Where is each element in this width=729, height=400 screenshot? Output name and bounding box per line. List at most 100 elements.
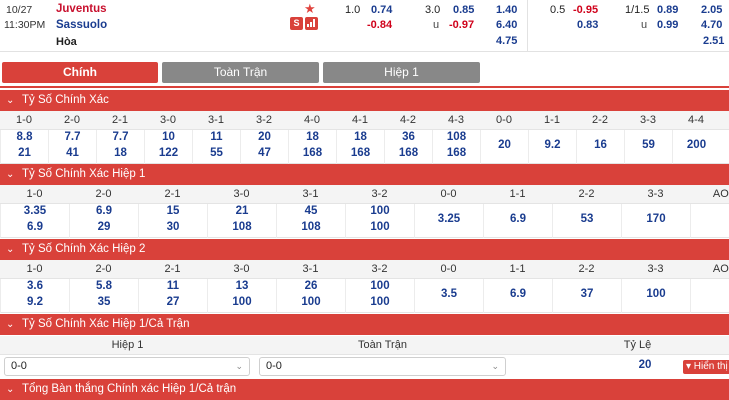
home-score-odd[interactable]: 11 — [193, 131, 240, 143]
section-correct-score-ht-ft[interactable]: ⌄ Tỷ Số Chính Xác Hiệp 1/Cả Trận — [0, 314, 729, 335]
away-score-odd[interactable]: 35 — [70, 296, 138, 308]
ou-under-odd[interactable]: -0.97 — [449, 19, 474, 31]
away-score-odd[interactable]: 122 — [145, 147, 192, 159]
bar-chart-icon[interactable] — [305, 17, 318, 30]
away-team[interactable]: Sassuolo — [56, 19, 107, 31]
draw-score-odd[interactable]: 6.9 — [484, 213, 552, 225]
home-score-odd[interactable]: 11 — [139, 280, 207, 292]
away-score-odd[interactable]: 108 — [208, 221, 276, 233]
home-score-odd[interactable]: 3.6 — [1, 280, 69, 292]
favorite-star-icon[interactable]: ★ — [304, 1, 316, 17]
away-score-odd[interactable]: 168 — [289, 147, 336, 159]
score-odds-cell: 7.7 18 — [96, 130, 144, 164]
section-exact-total-goals-ht-ft[interactable]: ⌄ Tổng Bàn thắng Chính xác Hiệp 1/Cả trậ… — [0, 379, 729, 400]
home-score-odd[interactable]: 7.7 — [49, 131, 96, 143]
home-team[interactable]: Juventus — [56, 3, 107, 15]
x12-draw-odd[interactable]: 4.75 — [496, 35, 517, 47]
section-correct-score-h2[interactable]: ⌄ Tỷ Số Chính Xác Hiệp 2 — [0, 239, 729, 260]
ht-ft-odd[interactable]: 20 — [620, 359, 670, 371]
home-score-odd[interactable]: 20 — [241, 131, 288, 143]
away-score-odd[interactable]: 168 — [385, 147, 432, 159]
away-score-odd[interactable]: 100 — [346, 221, 414, 233]
away-score-odd[interactable]: 30 — [139, 221, 207, 233]
tab-main[interactable]: Chính — [2, 62, 158, 83]
draw-score-odd[interactable]: 100 — [622, 288, 690, 300]
score-odds-cell: 100 100 — [345, 279, 414, 313]
section-correct-score-h1[interactable]: ⌄ Tỷ Số Chính Xác Hiệp 1 — [0, 164, 729, 185]
away-score-odd[interactable]: 29 — [70, 221, 138, 233]
away-score-odd[interactable]: 47 — [241, 147, 288, 159]
section-correct-score[interactable]: ⌄ Tỷ Số Chính Xác — [0, 90, 729, 111]
away-score-odd[interactable]: 100 — [277, 296, 345, 308]
home-score-odd[interactable]: 45 — [277, 205, 345, 217]
away-score-odd[interactable]: 100 — [346, 296, 414, 308]
away-score-odd[interactable]: 168 — [337, 147, 384, 159]
home-score-odd[interactable]: 5.8 — [70, 280, 138, 292]
away-score-odd[interactable]: 41 — [49, 147, 96, 159]
away-score-odd[interactable]: 21 — [1, 147, 48, 159]
away-score-odd[interactable]: 18 — [97, 147, 144, 159]
draw-score-odd[interactable]: 200 — [673, 139, 720, 151]
away-score-odd[interactable]: 100 — [208, 296, 276, 308]
draw-score-odd[interactable]: 59 — [625, 139, 672, 151]
h1-ou-under-odd[interactable]: 0.99 — [657, 19, 678, 31]
draw-score-odd[interactable]: 3.5 — [415, 288, 483, 300]
h1-x12-draw-odd[interactable]: 2.51 — [703, 35, 724, 47]
home-score-odd[interactable]: 100 — [346, 205, 414, 217]
h1-ou-over-odd[interactable]: 0.89 — [657, 4, 678, 16]
draw-score-odd[interactable]: 3.25 — [415, 213, 483, 225]
home-score-odd[interactable]: 108 — [433, 131, 480, 143]
full-match-score-select[interactable]: 0-0 ⌄ — [259, 357, 506, 376]
score-header-12: 2-2 — [592, 114, 608, 126]
home-score-odd[interactable]: 36 — [385, 131, 432, 143]
home-score-odd[interactable]: 18 — [289, 131, 336, 143]
home-score-odd[interactable]: 8.8 — [1, 131, 48, 143]
draw-score-odd[interactable]: 170 — [622, 213, 690, 225]
score-odds-cell: 200 — [672, 130, 720, 164]
tab-first-half[interactable]: Hiệp 1 — [323, 62, 480, 83]
away-score-odd[interactable]: 27 — [139, 296, 207, 308]
home-score-odd[interactable]: 26 — [277, 280, 345, 292]
h1-hdp-away-odd[interactable]: 0.83 — [577, 19, 598, 31]
draw-score-odd[interactable]: 16 — [577, 139, 624, 151]
home-score-odd[interactable]: 18 — [337, 131, 384, 143]
h1-x12-home-odd[interactable]: 2.05 — [701, 4, 722, 16]
away-score-odd[interactable]: 108 — [277, 221, 345, 233]
x12-home-odd[interactable]: 1.40 — [496, 4, 517, 16]
home-score-odd[interactable]: 6.9 — [70, 205, 138, 217]
tab-full-match[interactable]: Toàn Trận — [162, 62, 319, 83]
away-score-odd[interactable]: 9.2 — [1, 296, 69, 308]
draw-score-odd[interactable]: 37 — [553, 288, 621, 300]
away-score-odd[interactable]: 6.9 — [1, 221, 69, 233]
score-header-row: 1-0 2-0 2-1 3-0 3-1 3-2 0-0 1-1 2-2 3-3 AOS — [0, 185, 729, 204]
draw-score-odd[interactable]: 9.2 — [529, 139, 576, 151]
home-score-odd[interactable]: 10 — [145, 131, 192, 143]
score-header-10: AOS — [712, 188, 729, 200]
home-score-odd[interactable]: 15 — [139, 205, 207, 217]
show-button[interactable]: ▾ Hiển thị — [683, 360, 729, 374]
score-odds-cell: 6.9 — [483, 279, 552, 313]
home-score-odd[interactable]: 21 — [208, 205, 276, 217]
score-header-3: 3-0 — [233, 188, 250, 200]
score-header-0: 1-0 — [26, 263, 43, 275]
score-header-5: 3-2 — [256, 114, 272, 126]
score-header-1: 2-0 — [95, 188, 112, 200]
h1-hdp-home-odd[interactable]: -0.95 — [573, 4, 598, 16]
draw-score-odd[interactable]: 20 — [481, 139, 528, 151]
home-score-odd[interactable]: 100 — [346, 280, 414, 292]
draw-score-odd[interactable]: 6.9 — [484, 288, 552, 300]
draw-score-odd[interactable]: 53 — [553, 213, 621, 225]
h1-x12-away-odd[interactable]: 4.70 — [701, 19, 722, 31]
away-score-odd[interactable]: 168 — [433, 147, 480, 159]
away-score-odd[interactable]: 55 — [193, 147, 240, 159]
home-score-odd[interactable]: 7.7 — [97, 131, 144, 143]
ou-over-odd[interactable]: 0.85 — [453, 4, 474, 16]
first-half-score-select[interactable]: 0-0 ⌄ — [4, 357, 250, 376]
stats-s-icon[interactable]: S — [290, 17, 303, 30]
home-score-odd[interactable]: 13 — [208, 280, 276, 292]
hdp-home-odd[interactable]: 0.74 — [371, 4, 392, 16]
score-odds-cell: 20 47 — [240, 130, 288, 164]
x12-away-odd[interactable]: 6.40 — [496, 19, 517, 31]
hdp-away-odd[interactable]: -0.84 — [367, 19, 392, 31]
home-score-odd[interactable]: 3.35 — [1, 205, 69, 217]
